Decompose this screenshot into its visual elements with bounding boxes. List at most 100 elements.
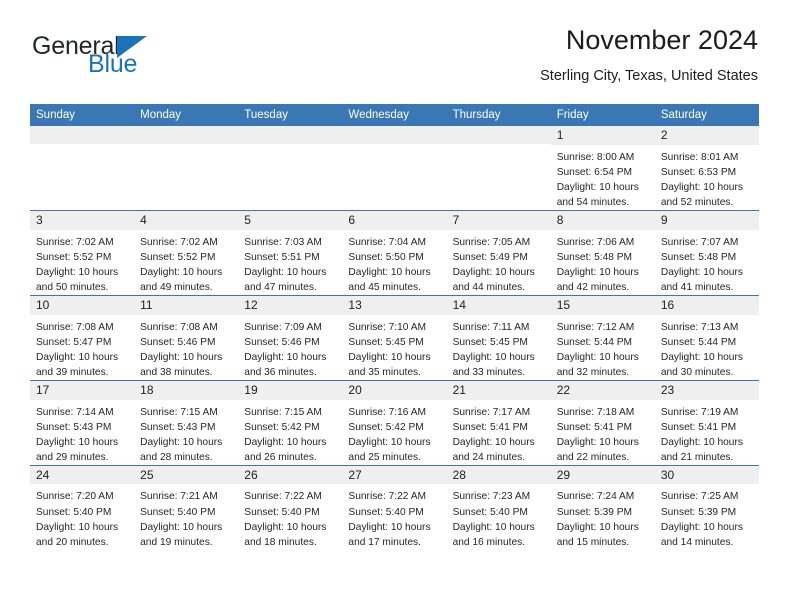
day-details: Sunrise: 7:03 AM Sunset: 5:51 PM Daylight:… <box>238 230 342 295</box>
calendar-day-cell[interactable]: 10 Sunrise: 7:08 AM Sunset: 5:47 PM Dayligh… <box>30 294 135 381</box>
daylight-text-line2: and 29 minutes. <box>36 451 109 463</box>
page-title: November 2024 <box>565 25 758 55</box>
calendar-day-cell[interactable]: 19 Sunrise: 7:15 AM Sunset: 5:42 PM Dayligh… <box>238 379 343 466</box>
sunrise-text: Sunrise: 7:06 AM <box>556 236 635 248</box>
day-details: Sunrise: 7:15 AM Sunset: 5:43 PM Daylight:… <box>134 400 238 465</box>
calendar-day-cell[interactable]: 26 Sunrise: 7:22 AM Sunset: 5:40 PM Dayligh… <box>238 464 343 550</box>
day-details: Sunrise: 7:02 AM Sunset: 5:52 PM Daylight:… <box>30 230 134 295</box>
sunset-text: Sunset: 5:42 PM <box>348 421 424 433</box>
calendar-day-cell[interactable]: 27 Sunrise: 7:22 AM Sunset: 5:40 PM Dayligh… <box>342 464 447 550</box>
day-details: Sunrise: 8:00 AM Sunset: 6:54 PM Daylight:… <box>551 145 655 210</box>
sunrise-text: Sunrise: 7:07 AM <box>660 236 739 248</box>
sunset-text: Sunset: 5:41 PM <box>452 421 528 433</box>
daylight-text-line1: Daylight: 10 hours <box>36 266 119 278</box>
weekday-header-friday: Friday <box>550 104 655 126</box>
calendar-day-cell[interactable]: 7 Sunrise: 7:05 AM Sunset: 5:49 PM Daylight… <box>446 209 551 296</box>
calendar-week-row: 24 Sunrise: 7:20 AM Sunset: 5:40 PM Dayligh… <box>30 464 759 550</box>
calendar-week-row: 3 Sunrise: 7:02 AM Sunset: 5:52 PM Daylight… <box>30 209 759 296</box>
daylight-text-line1: Daylight: 10 hours <box>660 266 743 278</box>
sunset-text: Sunset: 5:51 PM <box>244 251 320 263</box>
calendar-week-row: 1 Sunrise: 8:00 AM Sunset: 6:54 PM Daylight… <box>30 126 759 211</box>
calendar-page: General Blue November 2024 Sterling City… <box>0 0 792 612</box>
calendar-day-cell[interactable]: 13 Sunrise: 7:10 AM Sunset: 5:45 PM Dayligh… <box>342 294 447 381</box>
day-number: 5 <box>238 210 343 230</box>
daylight-text-line2: and 50 minutes. <box>36 281 109 293</box>
calendar-day-cell[interactable]: 2 Sunrise: 8:01 AM Sunset: 6:53 PM Daylight… <box>654 126 759 211</box>
daylight-text-line2: and 32 minutes. <box>556 366 630 378</box>
daylight-text-line1: Daylight: 10 hours <box>348 266 431 278</box>
day-number: 23 <box>654 380 759 400</box>
sunset-text: Sunset: 5:39 PM <box>556 506 633 518</box>
sunrise-text: Sunrise: 7:16 AM <box>348 406 427 418</box>
day-details: Sunrise: 8:01 AM Sunset: 6:53 PM Daylight:… <box>655 145 759 210</box>
calendar-day-cell[interactable]: 28 Sunrise: 7:23 AM Sunset: 5:40 PM Dayligh… <box>446 464 551 550</box>
day-details: Sunrise: 7:08 AM Sunset: 5:47 PM Daylight:… <box>30 315 134 380</box>
daylight-text-line2: and 35 minutes. <box>348 366 421 378</box>
daylight-text-line1: Daylight: 10 hours <box>660 351 743 363</box>
calendar-day-cell[interactable]: 18 Sunrise: 7:15 AM Sunset: 5:43 PM Dayligh… <box>134 379 239 466</box>
sunrise-text: Sunrise: 7:11 AM <box>452 321 530 333</box>
day-number: 1 <box>550 126 655 145</box>
day-details: Sunrise: 7:17 AM Sunset: 5:41 PM Daylight:… <box>447 400 551 465</box>
calendar-day-cell[interactable]: 29 Sunrise: 7:24 AM Sunset: 5:39 PM Dayligh… <box>550 464 655 550</box>
calendar-day-cell[interactable]: 11 Sunrise: 7:08 AM Sunset: 5:46 PM Dayligh… <box>134 294 239 381</box>
calendar-day-cell[interactable]: 16 Sunrise: 7:13 AM Sunset: 5:44 PM Dayligh… <box>654 294 759 381</box>
sunset-text: Sunset: 5:41 PM <box>660 421 737 433</box>
sunset-text: Sunset: 5:39 PM <box>660 506 737 518</box>
daylight-text-line2: and 42 minutes. <box>556 281 630 293</box>
calendar-day-cell[interactable]: 14 Sunrise: 7:11 AM Sunset: 5:45 PM Dayligh… <box>446 294 551 381</box>
daylight-text-line1: Daylight: 10 hours <box>244 521 327 533</box>
daylight-text-line2: and 18 minutes. <box>244 536 317 548</box>
calendar-day-cell[interactable]: 3 Sunrise: 7:02 AM Sunset: 5:52 PM Daylight… <box>30 209 135 296</box>
sunrise-text: Sunrise: 7:22 AM <box>244 491 322 503</box>
daylight-text-line2: and 45 minutes. <box>348 281 421 293</box>
calendar-day-cell[interactable]: 24 Sunrise: 7:20 AM Sunset: 5:40 PM Dayligh… <box>30 464 135 550</box>
sunrise-text: Sunrise: 7:04 AM <box>348 236 427 248</box>
calendar-day-cell[interactable]: 5 Sunrise: 7:03 AM Sunset: 5:51 PM Daylight… <box>238 209 343 296</box>
day-details: Sunrise: 7:11 AM Sunset: 5:45 PM Daylight:… <box>447 315 551 380</box>
sunrise-text: Sunrise: 7:15 AM <box>244 406 322 418</box>
sunset-text: Sunset: 5:48 PM <box>660 251 737 263</box>
daylight-text-line1: Daylight: 10 hours <box>556 351 639 363</box>
daylight-text-line1: Daylight: 10 hours <box>452 436 535 448</box>
general-blue-logo[interactable]: General Blue <box>32 26 147 77</box>
calendar-day-cell[interactable]: 4 Sunrise: 7:02 AM Sunset: 5:52 PM Daylight… <box>134 209 239 296</box>
daylight-text-line1: Daylight: 10 hours <box>140 521 223 533</box>
calendar-day-cell[interactable]: 8 Sunrise: 7:06 AM Sunset: 5:48 PM Daylight… <box>550 209 655 296</box>
calendar-day-cell[interactable]: 23 Sunrise: 7:19 AM Sunset: 5:41 PM Dayligh… <box>654 379 759 466</box>
daylight-text-line1: Daylight: 10 hours <box>348 436 431 448</box>
calendar-day-cell[interactable]: 20 Sunrise: 7:16 AM Sunset: 5:42 PM Dayligh… <box>342 379 447 466</box>
sunrise-text: Sunrise: 7:02 AM <box>36 236 114 248</box>
day-number: 13 <box>342 295 447 315</box>
daylight-text-line2: and 26 minutes. <box>244 451 317 463</box>
daylight-text-line2: and 20 minutes. <box>36 536 109 548</box>
daylight-text-line2: and 25 minutes. <box>348 451 421 463</box>
calendar-day-cell[interactable]: 25 Sunrise: 7:21 AM Sunset: 5:40 PM Dayligh… <box>134 464 239 550</box>
daylight-text-line2: and 36 minutes. <box>244 366 317 378</box>
calendar-day-cell[interactable]: 22 Sunrise: 7:18 AM Sunset: 5:41 PM Dayligh… <box>550 379 655 466</box>
calendar-day-cell[interactable]: 17 Sunrise: 7:14 AM Sunset: 5:43 PM Dayligh… <box>30 379 135 466</box>
daylight-text-line2: and 52 minutes. <box>660 196 734 208</box>
calendar-day-cell[interactable]: 1 Sunrise: 8:00 AM Sunset: 6:54 PM Daylight… <box>550 126 655 211</box>
sunset-text: Sunset: 5:50 PM <box>348 251 424 263</box>
calendar-day-cell[interactable]: 21 Sunrise: 7:17 AM Sunset: 5:41 PM Dayligh… <box>446 379 551 466</box>
sunrise-text: Sunrise: 7:08 AM <box>140 321 218 333</box>
calendar-day-cell[interactable]: 12 Sunrise: 7:09 AM Sunset: 5:46 PM Dayligh… <box>238 294 343 381</box>
sunrise-text: Sunrise: 7:13 AM <box>660 321 739 333</box>
sunrise-text: Sunrise: 7:18 AM <box>556 406 635 418</box>
sunrise-text: Sunrise: 7:12 AM <box>556 321 635 333</box>
calendar-day-cell[interactable]: 6 Sunrise: 7:04 AM Sunset: 5:50 PM Daylight… <box>342 209 447 296</box>
sunset-text: Sunset: 5:49 PM <box>452 251 528 263</box>
calendar-day-cell[interactable]: 15 Sunrise: 7:12 AM Sunset: 5:44 PM Dayligh… <box>550 294 655 381</box>
sunrise-text: Sunrise: 7:02 AM <box>140 236 218 248</box>
daylight-text-line2: and 17 minutes. <box>348 536 421 548</box>
sunrise-text: Sunrise: 7:03 AM <box>244 236 322 248</box>
day-number <box>342 126 447 144</box>
weekday-header-tuesday: Tuesday <box>238 104 343 126</box>
calendar-day-cell[interactable]: 9 Sunrise: 7:07 AM Sunset: 5:48 PM Daylight… <box>654 209 759 296</box>
page-subtitle: Sterling City, Texas, United States <box>540 67 758 84</box>
day-number: 28 <box>446 465 551 485</box>
day-details: Sunrise: 7:24 AM Sunset: 5:39 PM Daylight:… <box>551 484 655 549</box>
sunset-text: Sunset: 6:53 PM <box>660 166 737 178</box>
calendar-day-cell[interactable]: 30 Sunrise: 7:25 AM Sunset: 5:39 PM Dayligh… <box>654 464 759 550</box>
